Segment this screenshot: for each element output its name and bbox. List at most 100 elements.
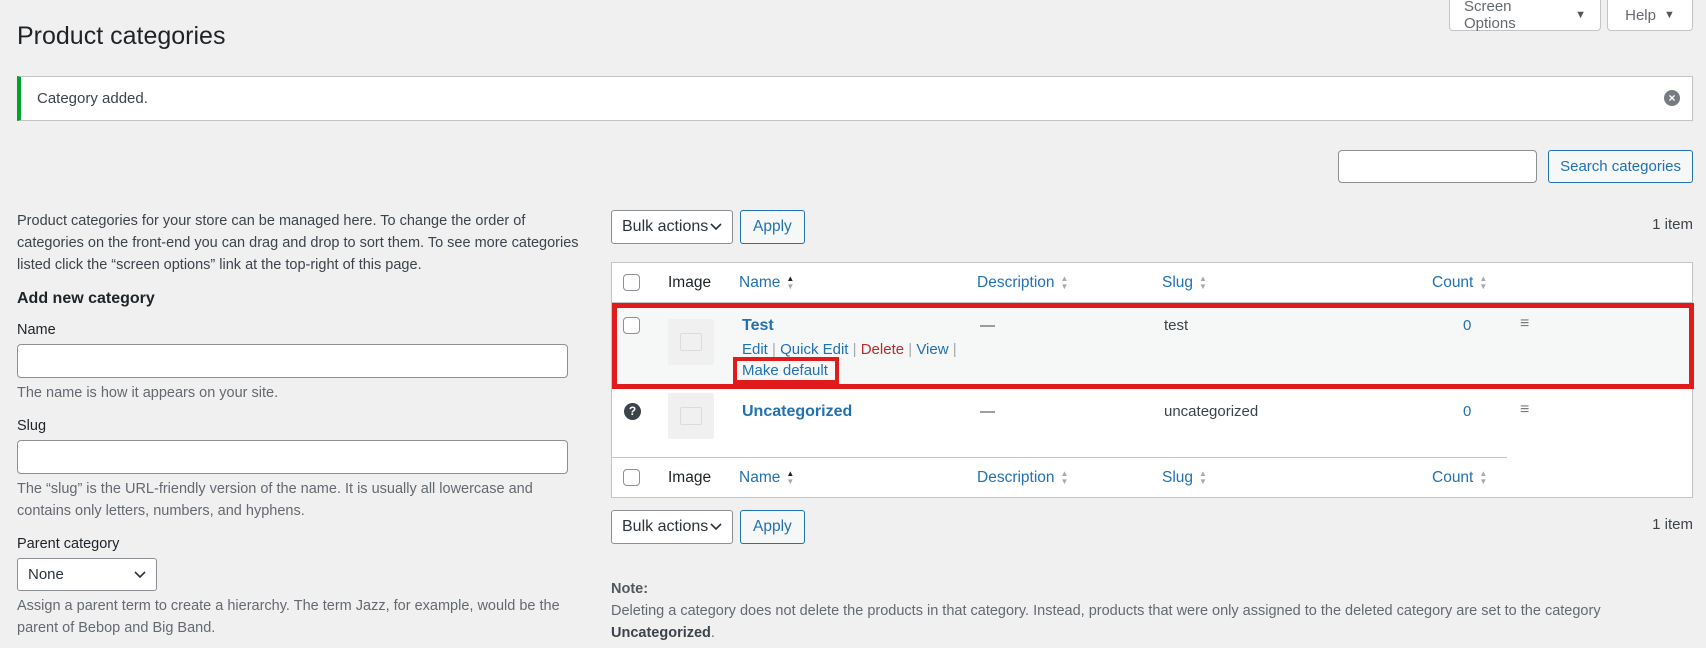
parent-category-help: Assign a parent term to create a hierarc…: [17, 598, 560, 636]
separator: |: [852, 341, 857, 358]
column-slug-label: Slug: [1162, 468, 1194, 486]
bulk-actions-label: Bulk actions: [622, 218, 709, 235]
bulk-actions-select-bottom[interactable]: Bulk actions: [611, 510, 733, 544]
sort-icon: ▲ ▼: [1479, 273, 1488, 291]
bulk-actions-label: Bulk actions: [622, 518, 709, 535]
quick-edit-link[interactable]: Quick Edit: [780, 341, 848, 358]
category-count-link[interactable]: 0: [1463, 403, 1471, 420]
category-count-link[interactable]: 0: [1463, 317, 1471, 334]
sort-icon: ▲ ▼: [1199, 273, 1207, 291]
help-button[interactable]: Help ▼: [1607, 0, 1693, 31]
drag-handle-icon[interactable]: ≡: [1520, 315, 1529, 333]
intro-description: Product categories for your store can be…: [17, 213, 579, 273]
parent-category-value: None: [28, 566, 64, 583]
success-notice: Category added. ×: [17, 76, 1693, 121]
name-label: Name: [17, 322, 56, 338]
category-thumbnail: [668, 393, 714, 439]
search-box: Search categories: [1338, 150, 1693, 183]
placeholder-image-icon: [680, 407, 702, 425]
items-count: 1 item: [1652, 516, 1693, 533]
dismiss-icon[interactable]: ×: [1664, 90, 1680, 106]
sort-icon: ▲ ▼: [1199, 468, 1207, 486]
category-thumbnail: [668, 319, 714, 365]
column-name-label: Name: [739, 468, 781, 486]
column-name[interactable]: Name ▲ ▼: [739, 274, 794, 292]
table-footer: Image Name ▲ ▼ Description ▲ ▼ Slug ▲ ▼ Cou…: [612, 457, 1507, 497]
bulk-actions-select[interactable]: Bulk actions: [611, 210, 733, 244]
page-title: Product categories: [17, 22, 226, 50]
note-uncategorized: Uncategorized: [611, 625, 711, 641]
column-count-label: Count: [1432, 468, 1474, 486]
placeholder-image-icon: [680, 333, 702, 351]
select-all-checkbox[interactable]: [623, 274, 640, 291]
add-category-form: Product categories for your store can be…: [17, 210, 587, 639]
caret-down-icon: ▼: [1663, 9, 1675, 21]
column-name[interactable]: Name ▲ ▼: [739, 469, 794, 487]
tablenav-bottom: Bulk actions Apply 1 item: [611, 510, 1693, 544]
notice-message: Category added.: [37, 90, 148, 107]
column-slug[interactable]: Slug ▲ ▼: [1162, 274, 1207, 292]
category-description: —: [980, 403, 995, 420]
sort-icon: ▲ ▼: [1479, 468, 1488, 486]
slug-label: Slug: [17, 418, 47, 434]
edit-link[interactable]: Edit: [742, 341, 768, 358]
name-help: The name is how it appears on your site.: [17, 385, 279, 401]
help-question-icon[interactable]: ?: [624, 403, 641, 420]
column-count[interactable]: Count ▲ ▼: [1432, 469, 1487, 487]
items-count: 1 item: [1652, 216, 1693, 233]
column-slug[interactable]: Slug ▲ ▼: [1162, 469, 1207, 487]
chevron-down-icon: [134, 570, 146, 578]
column-description-label: Description: [977, 273, 1055, 291]
column-slug-label: Slug: [1162, 273, 1194, 291]
apply-button-bottom[interactable]: Apply: [740, 510, 805, 544]
sort-icon: ▲ ▼: [1060, 273, 1069, 291]
make-default-link[interactable]: Make default: [742, 362, 828, 379]
column-name-label: Name: [739, 273, 781, 291]
note-section: Note: Deleting a category does not delet…: [611, 578, 1693, 644]
caret-down-icon: ▼: [1575, 9, 1586, 21]
view-link[interactable]: View: [916, 341, 948, 358]
column-image: Image: [668, 273, 712, 291]
row-actions-secondary: Make default: [742, 362, 828, 379]
category-slug: test: [1164, 317, 1189, 334]
note-end: .: [710, 625, 715, 641]
category-description: —: [980, 317, 995, 334]
table-row: Test Edit | Quick Edit | Delete | View |…: [612, 303, 1694, 389]
add-new-category-title: Add new category: [17, 290, 155, 307]
screen-options-button[interactable]: Screen Options ▼: [1449, 0, 1601, 32]
table-header: Image Name ▲ ▼ Description ▲ ▼ Slug ▲ ▼ Cou…: [612, 263, 1692, 303]
parent-category-select[interactable]: None: [17, 558, 157, 591]
delete-link[interactable]: Delete: [861, 341, 904, 358]
column-image: Image: [668, 468, 712, 486]
note-title: Note:: [611, 581, 649, 597]
row-checkbox[interactable]: [623, 317, 640, 334]
category-slug: uncategorized: [1164, 403, 1259, 420]
sort-asc-icon: ▲ ▼: [786, 273, 795, 291]
apply-button[interactable]: Apply: [740, 210, 805, 244]
search-input[interactable]: [1338, 150, 1538, 183]
help-label: Help: [1625, 6, 1656, 24]
note-text: Deleting a category does not delete the …: [611, 603, 1601, 619]
select-all-checkbox-footer[interactable]: [623, 469, 640, 486]
chevron-down-icon: [710, 223, 722, 231]
search-categories-button[interactable]: Search categories: [1548, 150, 1693, 183]
column-description[interactable]: Description ▲ ▼: [977, 469, 1068, 487]
column-description[interactable]: Description ▲ ▼: [977, 274, 1068, 292]
table-row: ? Uncategorized — uncategorized 0 ≡: [612, 389, 1692, 457]
separator: |: [772, 341, 776, 358]
row-actions: Edit | Quick Edit | Delete | View |: [742, 341, 957, 358]
categories-table: Image Name ▲ ▼ Description ▲ ▼ Slug ▲ ▼ Cou…: [611, 262, 1694, 498]
screen-options-label: Screen Options: [1464, 0, 1516, 32]
column-count[interactable]: Count ▲ ▼: [1432, 274, 1487, 292]
category-name-link[interactable]: Uncategorized: [742, 403, 852, 421]
column-count-label: Count: [1432, 273, 1474, 291]
category-name-link[interactable]: Test: [742, 317, 774, 335]
categories-list: Bulk actions Apply 1 item Image Name ▲ ▼ …: [611, 210, 1694, 644]
tablenav-top: Bulk actions Apply 1 item: [611, 210, 1693, 244]
column-description-label: Description: [977, 468, 1055, 486]
slug-input[interactable]: [17, 440, 568, 474]
chevron-down-icon: [710, 523, 722, 531]
name-input[interactable]: [17, 344, 568, 378]
drag-handle-icon[interactable]: ≡: [1520, 401, 1529, 419]
separator: |: [908, 341, 913, 358]
